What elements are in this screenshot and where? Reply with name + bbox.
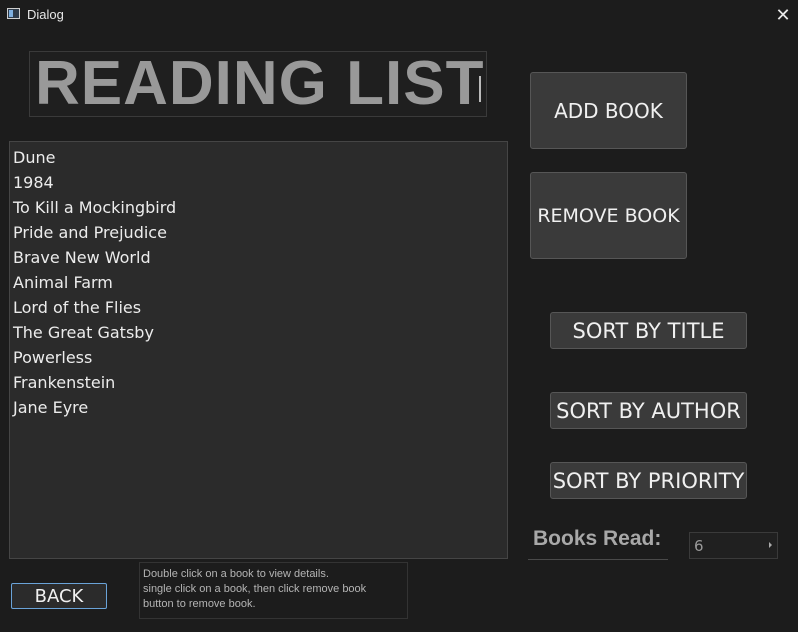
list-item[interactable]: Animal Farm <box>13 270 507 295</box>
spin-arrow-icon[interactable] <box>769 542 772 548</box>
list-item[interactable]: Pride and Prejudice <box>13 220 507 245</box>
list-item[interactable]: Dune <box>13 145 507 170</box>
list-item[interactable]: Powerless <box>13 345 507 370</box>
list-item[interactable]: Brave New World <box>13 245 507 270</box>
list-item[interactable]: Jane Eyre <box>13 395 507 420</box>
sort-by-title-button[interactable]: SORT BY TITLE <box>550 312 747 349</box>
remove-book-button[interactable]: REMOVE BOOK <box>530 172 687 259</box>
help-text-line: Double click on a book to view details. <box>143 568 329 580</box>
title-bar: Dialog ✕ <box>0 0 798 30</box>
list-item[interactable]: The Great Gatsby <box>13 320 507 345</box>
sort-by-author-button[interactable]: SORT BY AUTHOR <box>550 392 747 429</box>
page-title: READING LIST <box>35 51 485 117</box>
list-item[interactable]: Frankenstein <box>13 370 507 395</box>
back-button[interactable]: BACK <box>11 583 107 609</box>
books-read-label: Books Read: <box>528 522 668 560</box>
window-title: Dialog <box>27 7 64 22</box>
list-item[interactable]: Lord of the Flies <box>13 295 507 320</box>
book-list[interactable]: Dune 1984 To Kill a Mockingbird Pride an… <box>9 141 508 559</box>
close-button[interactable]: ✕ <box>768 0 798 30</box>
sort-by-priority-button[interactable]: SORT BY PRIORITY <box>550 462 747 499</box>
list-item[interactable]: 1984 <box>13 170 507 195</box>
list-item[interactable]: To Kill a Mockingbird <box>13 195 507 220</box>
help-text-line: single click on a book, then click remov… <box>143 583 367 595</box>
heading-field[interactable]: READING LIST <box>29 51 487 117</box>
app-icon <box>7 8 20 19</box>
text-caret <box>479 76 481 102</box>
help-text-box: Double click on a book to view details. … <box>139 562 408 619</box>
help-text-line: button to remove book. <box>143 598 256 610</box>
books-read-spinbox[interactable]: 6 <box>689 532 778 559</box>
books-read-value: 6 <box>694 537 704 555</box>
close-icon: ✕ <box>775 4 791 26</box>
add-book-button[interactable]: ADD BOOK <box>530 72 687 149</box>
